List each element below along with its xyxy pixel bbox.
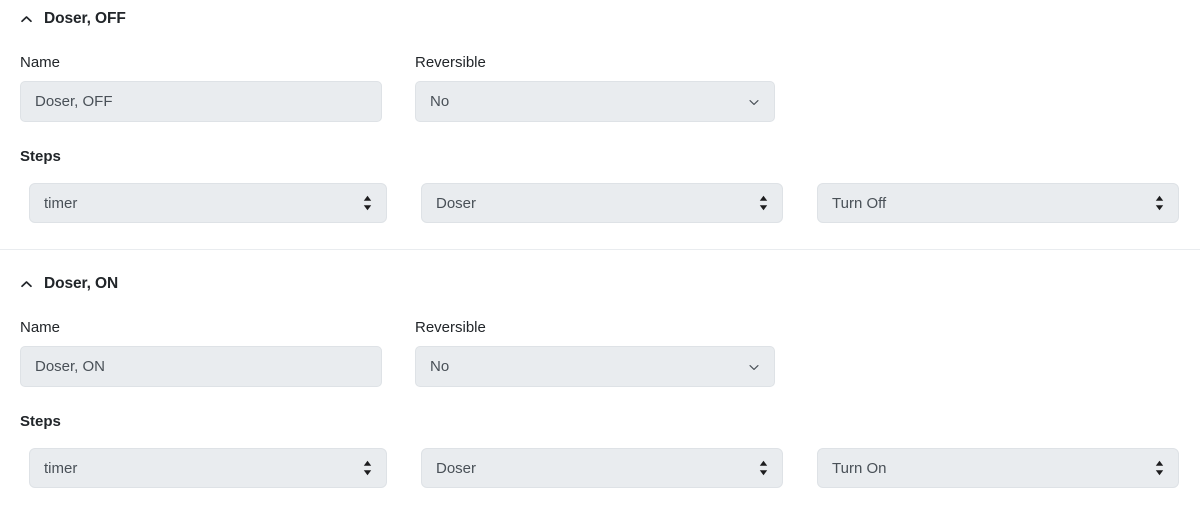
steps-row: timer Doser Turn Off: [0, 183, 1200, 223]
reversible-field-group: Reversible No: [415, 55, 775, 122]
chevron-up-icon[interactable]: [20, 278, 33, 291]
steps-label: Steps: [20, 148, 61, 165]
name-field-group: Name Doser, ON: [20, 320, 382, 387]
automation-section-doser-on: Doser, ON Name Doser, ON Reversible No S…: [0, 250, 1200, 488]
name-input-value: Doser, OFF: [35, 93, 113, 110]
step-device-value: Doser: [436, 459, 477, 477]
step-action-value: Turn Off: [832, 194, 887, 212]
automations-editor-page: Doser, OFF Name Doser, OFF Reversible No: [0, 0, 1200, 522]
name-input[interactable]: Doser, OFF: [20, 81, 382, 122]
accordion-header-doser-on[interactable]: Doser, ON: [0, 274, 1200, 294]
name-reversible-row: Name Doser, OFF Reversible No: [0, 55, 1200, 122]
reversible-label: Reversible: [415, 319, 486, 336]
reversible-label: Reversible: [415, 54, 486, 71]
step-device-select[interactable]: Doser: [421, 448, 783, 488]
reversible-select-value: No: [430, 93, 450, 110]
chevron-down-icon: [747, 95, 761, 109]
up-down-arrows-icon: [362, 195, 373, 212]
step-action-value: Turn On: [832, 459, 887, 477]
step-trigger-value: timer: [44, 459, 78, 477]
up-down-arrows-icon: [758, 195, 769, 212]
automation-section-doser-off: Doser, OFF Name Doser, OFF Reversible No: [0, 0, 1200, 223]
accordion-title: Doser, OFF: [44, 10, 126, 28]
step-trigger-select[interactable]: timer: [29, 183, 387, 223]
reversible-select[interactable]: No: [415, 81, 775, 122]
up-down-arrows-icon: [1154, 460, 1165, 477]
step-trigger-value: timer: [44, 194, 78, 212]
step-action-select[interactable]: Turn Off: [817, 183, 1179, 223]
name-field-group: Name Doser, OFF: [20, 55, 382, 122]
step-action-select[interactable]: Turn On: [817, 448, 1179, 488]
name-input[interactable]: Doser, ON: [20, 346, 382, 387]
up-down-arrows-icon: [362, 460, 373, 477]
reversible-select[interactable]: No: [415, 346, 775, 387]
reversible-field-group: Reversible No: [415, 320, 775, 387]
step-device-select[interactable]: Doser: [421, 183, 783, 223]
accordion-title: Doser, ON: [44, 275, 119, 293]
step-device-value: Doser: [436, 194, 477, 212]
steps-label: Steps: [20, 413, 61, 430]
name-label: Name: [20, 54, 61, 71]
chevron-up-icon[interactable]: [20, 13, 33, 26]
reversible-select-value: No: [430, 358, 450, 375]
accordion-header-doser-off[interactable]: Doser, OFF: [0, 9, 1200, 29]
up-down-arrows-icon: [1154, 195, 1165, 212]
chevron-down-icon: [747, 360, 761, 374]
up-down-arrows-icon: [758, 460, 769, 477]
steps-row: timer Doser Turn On: [0, 448, 1200, 488]
name-input-value: Doser, ON: [35, 358, 106, 375]
name-label: Name: [20, 319, 61, 336]
name-reversible-row: Name Doser, ON Reversible No: [0, 320, 1200, 387]
step-trigger-select[interactable]: timer: [29, 448, 387, 488]
